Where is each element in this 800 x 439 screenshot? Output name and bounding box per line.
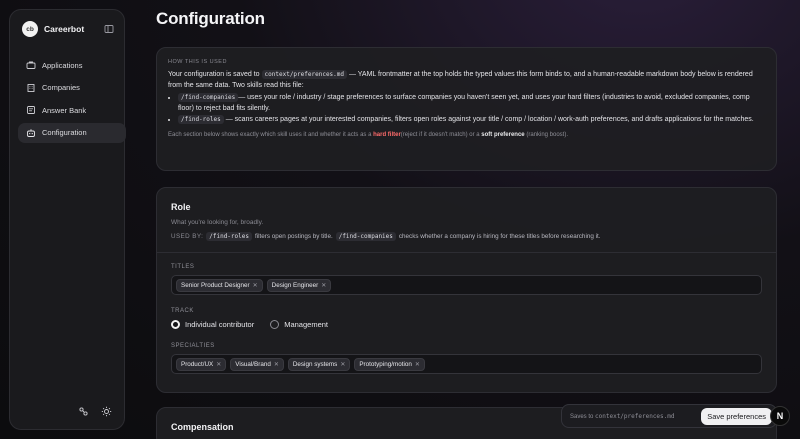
save-note: Saves to context/preferences.md (570, 413, 675, 420)
remove-chip-icon[interactable]: ✕ (340, 361, 345, 368)
remove-chip-icon[interactable]: ✕ (216, 361, 221, 368)
divider (157, 252, 776, 253)
skill-command: /find-companies (335, 232, 396, 241)
page-title: Configuration (156, 9, 265, 28)
settings-icon[interactable] (78, 406, 89, 417)
theme-toggle-icon[interactable] (101, 406, 112, 417)
used-by-text: filters open postings by title. (255, 233, 333, 240)
brand: cb Careerbot (22, 21, 114, 37)
sidebar-toggle-icon[interactable] (104, 24, 114, 34)
chip-label: Design Engineer (271, 281, 319, 289)
info-file-code: context/preferences.md (261, 70, 348, 79)
specialties-field: SPECIALTIES Product/UX ✕ Visual/Brand ✕ De… (171, 343, 762, 374)
radio-unselected-icon[interactable] (270, 320, 280, 329)
sidebar-item-label: Answer Bank (42, 105, 87, 115)
role-card: Role What you're looking for, broadly. U… (156, 187, 777, 393)
role-title: Role (171, 202, 191, 212)
info-skill-list: /find-companies— uses your role / indust… (178, 93, 765, 126)
track-field: TRACK Individual contributor Management (171, 308, 762, 329)
radio-label: Management (284, 320, 328, 329)
specialties-input[interactable]: Product/UX ✕ Visual/Brand ✕ Design systems… (171, 354, 762, 374)
remove-chip-icon[interactable]: ✕ (253, 282, 258, 289)
track-radio-group: Individual contributor Management (171, 320, 762, 329)
specialty-chip[interactable]: Product/UX ✕ (176, 357, 227, 371)
radio-selected-icon[interactable] (171, 320, 180, 329)
chip-label: Design systems (292, 360, 338, 368)
chip-label: Prototyping/motion (359, 360, 412, 368)
save-bar: Saves to context/preferences.md Save pre… (561, 404, 777, 428)
title-chip[interactable]: Senior Product Designer ✕ (176, 278, 263, 292)
save-preferences-button[interactable]: Save preferences (701, 407, 772, 425)
chip-label: Visual/Brand (235, 360, 271, 368)
titles-input[interactable]: Senior Product Designer ✕ Design Engineer… (171, 275, 762, 295)
specialty-chip[interactable]: Design systems ✕ (287, 357, 351, 371)
app-logo: cb (22, 21, 38, 37)
sidebar-item-answer-bank[interactable]: Answer Bank (18, 100, 126, 120)
titles-field: TITLES Senior Product Designer ✕ Design E… (171, 264, 762, 295)
info-card: HOW THIS IS USED Your configuration is s… (156, 47, 777, 171)
sidebar-item-label: Companies (42, 83, 80, 92)
sidebar-footer (78, 406, 112, 417)
sidebar-item-label: Configuration (42, 128, 87, 137)
title-chip[interactable]: Design Engineer ✕ (266, 278, 332, 292)
bot-icon (27, 128, 35, 137)
skill-command: /find-roles (178, 115, 224, 124)
save-file-path: context/preferences.md (595, 412, 675, 420)
chip-label: Product/UX (181, 360, 214, 368)
sidebar-item-applications[interactable]: Applications (18, 55, 126, 75)
briefcase-icon (26, 61, 36, 69)
list-item: /find-roles — scans careers pages at you… (178, 115, 765, 126)
list-item: /find-companies— uses your role / indust… (178, 93, 765, 114)
radio-label: Individual contributor (185, 320, 255, 329)
role-used-by: USED BY: /find-roles filters open postin… (171, 232, 762, 241)
titles-label: TITLES (171, 264, 195, 270)
remove-chip-icon[interactable]: ✕ (415, 361, 420, 368)
info-body: Your configuration is saved to context/p… (168, 70, 765, 126)
specialties-label: SPECIALTIES (171, 343, 215, 349)
remove-chip-icon[interactable]: ✕ (274, 361, 279, 368)
skill-description: — scans careers pages at your interested… (223, 116, 754, 123)
building-icon (27, 83, 35, 92)
info-note: Each section below shows exactly which s… (168, 132, 765, 138)
sidebar-nav: Applications Companies Answer Bank Confi… (18, 55, 126, 145)
sidebar-item-configuration[interactable]: Configuration (18, 122, 126, 143)
note-text-3: (ranking boost). (524, 131, 569, 138)
soft-preference-label: soft preference (481, 131, 525, 138)
used-by-text: checks whether a company is hiring for t… (398, 233, 601, 240)
info-eyebrow: HOW THIS IS USED (168, 59, 227, 65)
skill-command: /find-companies (178, 93, 239, 102)
skill-command: /find-roles (206, 232, 252, 241)
skill-description: — uses your role / industry / stage pref… (178, 94, 750, 112)
note-text-2: (reject if it doesn't match) or a (400, 131, 482, 138)
track-label: TRACK (171, 308, 194, 314)
used-by-label: USED BY: (171, 233, 204, 240)
remove-chip-icon[interactable]: ✕ (321, 282, 326, 289)
specialty-chip[interactable]: Visual/Brand ✕ (230, 357, 284, 371)
save-note-prefix: Saves to (570, 413, 596, 420)
hard-filter-label: hard filter (373, 131, 401, 138)
track-option-ic[interactable]: Individual contributor (171, 320, 254, 329)
chip-label: Senior Product Designer (181, 281, 250, 289)
sidebar-item-companies[interactable]: Companies (18, 78, 126, 98)
track-option-management[interactable]: Management (270, 320, 328, 329)
specialty-chip[interactable]: Prototyping/motion ✕ (354, 357, 425, 371)
sidebar-item-label: Applications (42, 60, 83, 70)
book-icon (27, 106, 35, 114)
info-intro-1: Your configuration is saved to (168, 71, 262, 78)
app-name: Careerbot (44, 24, 85, 34)
role-subtitle: What you're looking for, broadly. (171, 219, 264, 226)
sidebar: cb Careerbot Applications Companies Answ… (9, 9, 126, 430)
n-badge[interactable]: N (770, 406, 790, 426)
note-text-1: Each section below shows exactly which s… (168, 131, 374, 138)
